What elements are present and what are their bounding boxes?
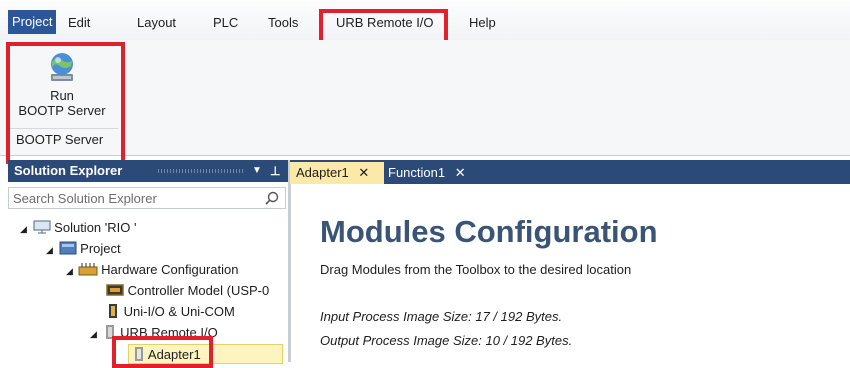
tree-item-controller-model[interactable]: Controller Model (USP-0 [106,281,269,301]
input-image-size: Input Process Image Size: 17 / 192 Bytes… [320,309,563,324]
menu-plc[interactable]: PLC [213,12,238,34]
tree-label: Solution 'RIO ' [54,220,137,235]
tab-label: Function1 [388,165,446,180]
solution-explorer-title: Solution Explorer [14,163,123,178]
menu-help[interactable]: Help [469,12,496,34]
page-title: Modules Configuration [320,214,658,249]
highlight-bootp-group [6,42,125,164]
tab-adapter1[interactable]: Adapter1 ✕ [290,162,384,184]
module-icon [109,304,117,318]
tree-item-project[interactable]: ◢ Project [46,239,121,259]
menu-edit[interactable]: Edit [68,12,90,34]
solution-icon [33,220,51,234]
document-area: Modules Configuration Drag Modules from … [290,184,850,362]
close-icon[interactable]: ✕ [455,165,466,180]
page-subtitle: Drag Modules from the Toolbox to the des… [320,262,632,277]
tab-label: Adapter1 [296,165,349,180]
controller-icon [106,284,124,296]
collapse-arrow-icon[interactable]: ◢ [46,245,53,255]
menu-layout[interactable]: Layout [137,12,176,34]
document-tab-bar: Adapter1 ✕ Function1 ✕ [290,160,850,184]
output-image-size: Output Process Image Size: 10 / 192 Byte… [320,333,573,348]
search-icon[interactable] [265,191,279,205]
tree-label: Controller Model (USP-0 [127,283,270,298]
tree-item-solution[interactable]: ◢ Solution 'RIO ' [20,218,136,238]
hardware-icon [78,263,98,276]
tree-item-uni-io[interactable]: Uni-I/O & Uni-COM [106,302,235,322]
tree-item-hardware-configuration[interactable]: ◢ Hardware Configuration [66,260,238,280]
tree-label: Project [80,241,121,256]
search-box[interactable]: Search Solution Explorer [8,187,286,209]
dropdown-arrow-icon[interactable]: ▼ [252,160,262,182]
menu-project[interactable]: Project [8,10,57,34]
tab-function1[interactable]: Function1 ✕ [382,162,472,184]
menu-tools[interactable]: Tools [268,12,298,34]
collapse-arrow-icon[interactable]: ◢ [66,266,73,276]
ribbon: Run BOOTP Server BOOTP Server [0,40,850,156]
collapse-arrow-icon[interactable]: ◢ [90,329,97,339]
pin-icon[interactable]: ⊥ [270,160,280,182]
solution-explorer-header: Solution Explorer ▼ ⊥ [8,160,288,182]
collapse-arrow-icon[interactable]: ◢ [20,224,27,234]
close-icon[interactable]: ✕ [358,165,369,180]
tree-label: Hardware Configuration [101,262,239,277]
header-grip [158,169,244,173]
search-input[interactable]: Search Solution Explorer [13,191,157,206]
tree-label: Uni-I/O & Uni-COM [123,304,235,319]
highlight-adapter1 [112,336,213,368]
project-icon [59,241,77,255]
